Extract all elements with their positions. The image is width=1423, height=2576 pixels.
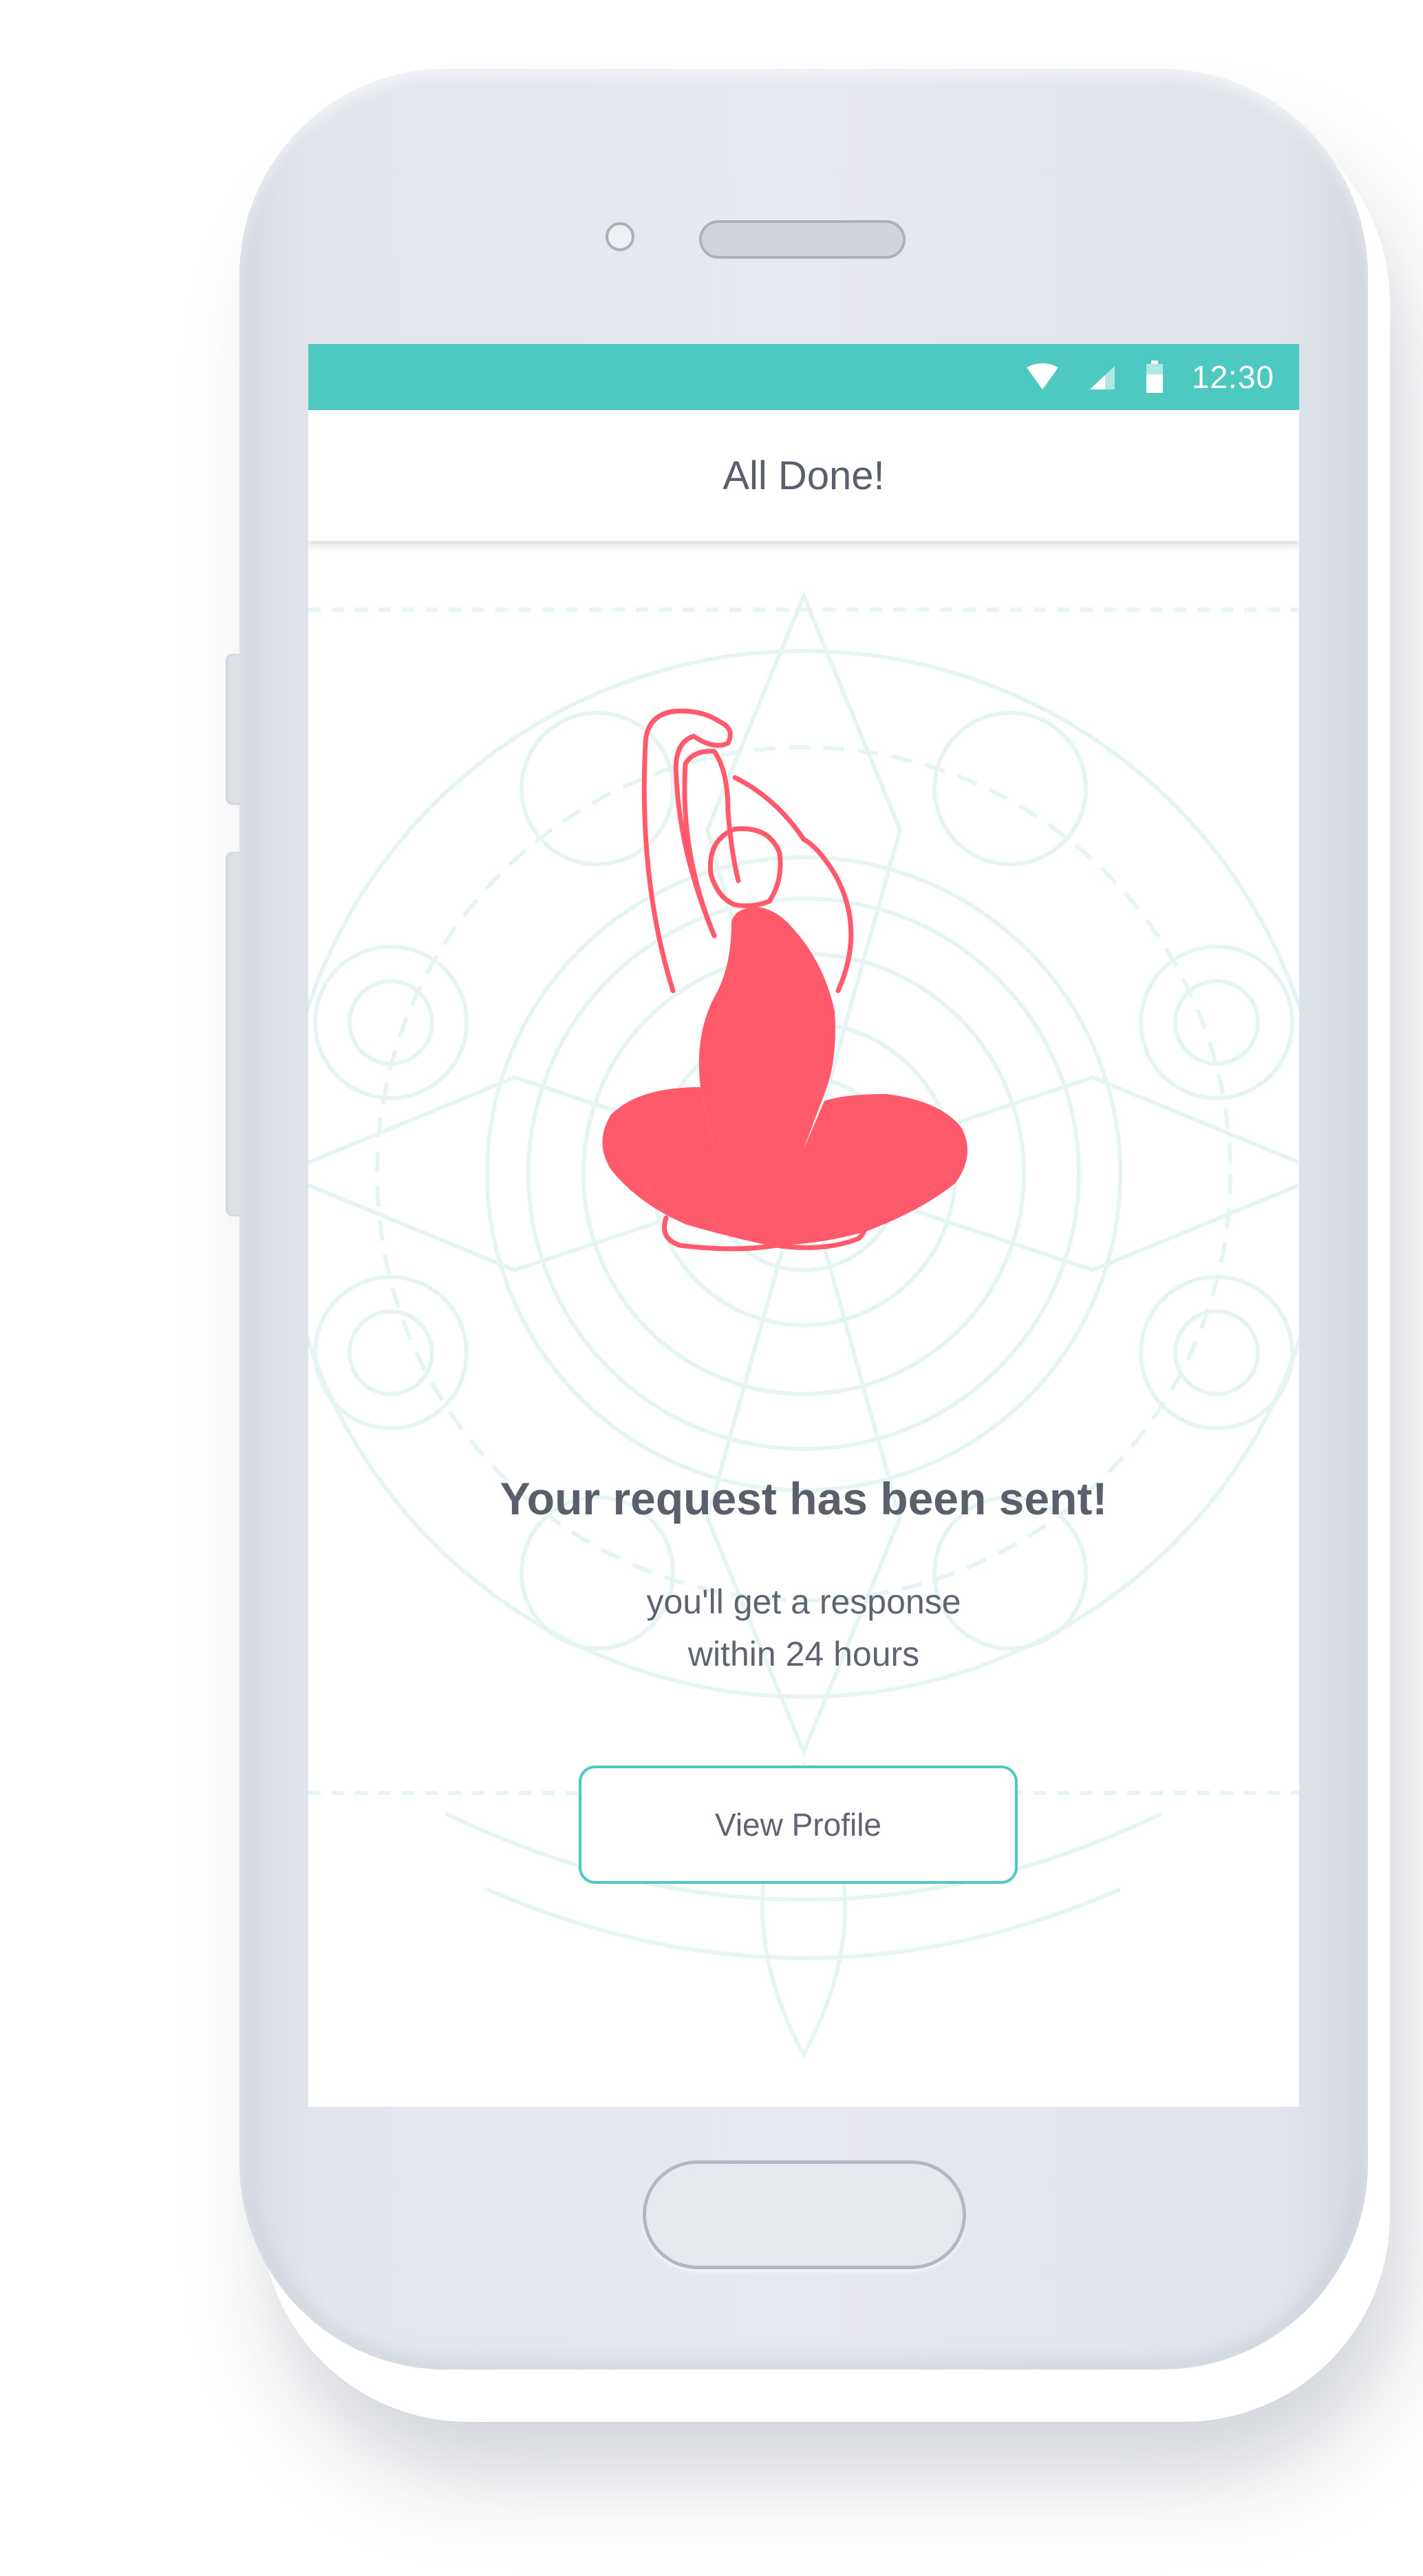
phone-screen: 12:30 All Done! Your request has been se… [308, 344, 1299, 2107]
front-camera-icon [606, 222, 634, 251]
status-bar: 12:30 [308, 344, 1299, 410]
response-note-line2: within 24 hours [687, 1635, 920, 1673]
cell-signal-icon [1089, 366, 1115, 389]
view-profile-button[interactable]: View Profile [579, 1765, 1018, 1884]
success-headline: Your request has been sent! [500, 1473, 1108, 1524]
response-note: you'll get a response within 24 hours [308, 1576, 1299, 1680]
wifi-icon [1026, 363, 1058, 389]
home-button[interactable] [643, 2160, 966, 2269]
page-title: All Done! [723, 453, 885, 498]
status-time: 12:30 [1191, 359, 1274, 395]
response-note-line1: you'll get a response [646, 1582, 961, 1621]
app-bar: All Done! [308, 410, 1299, 541]
yoga-figure-icon [602, 708, 967, 1252]
status-icons: 12:30 [1025, 344, 1274, 410]
battery-icon [1146, 361, 1163, 393]
earpiece-speaker [699, 220, 906, 259]
mockup-stage: 12:30 All Done! Your request has been se… [0, 0, 1423, 2576]
